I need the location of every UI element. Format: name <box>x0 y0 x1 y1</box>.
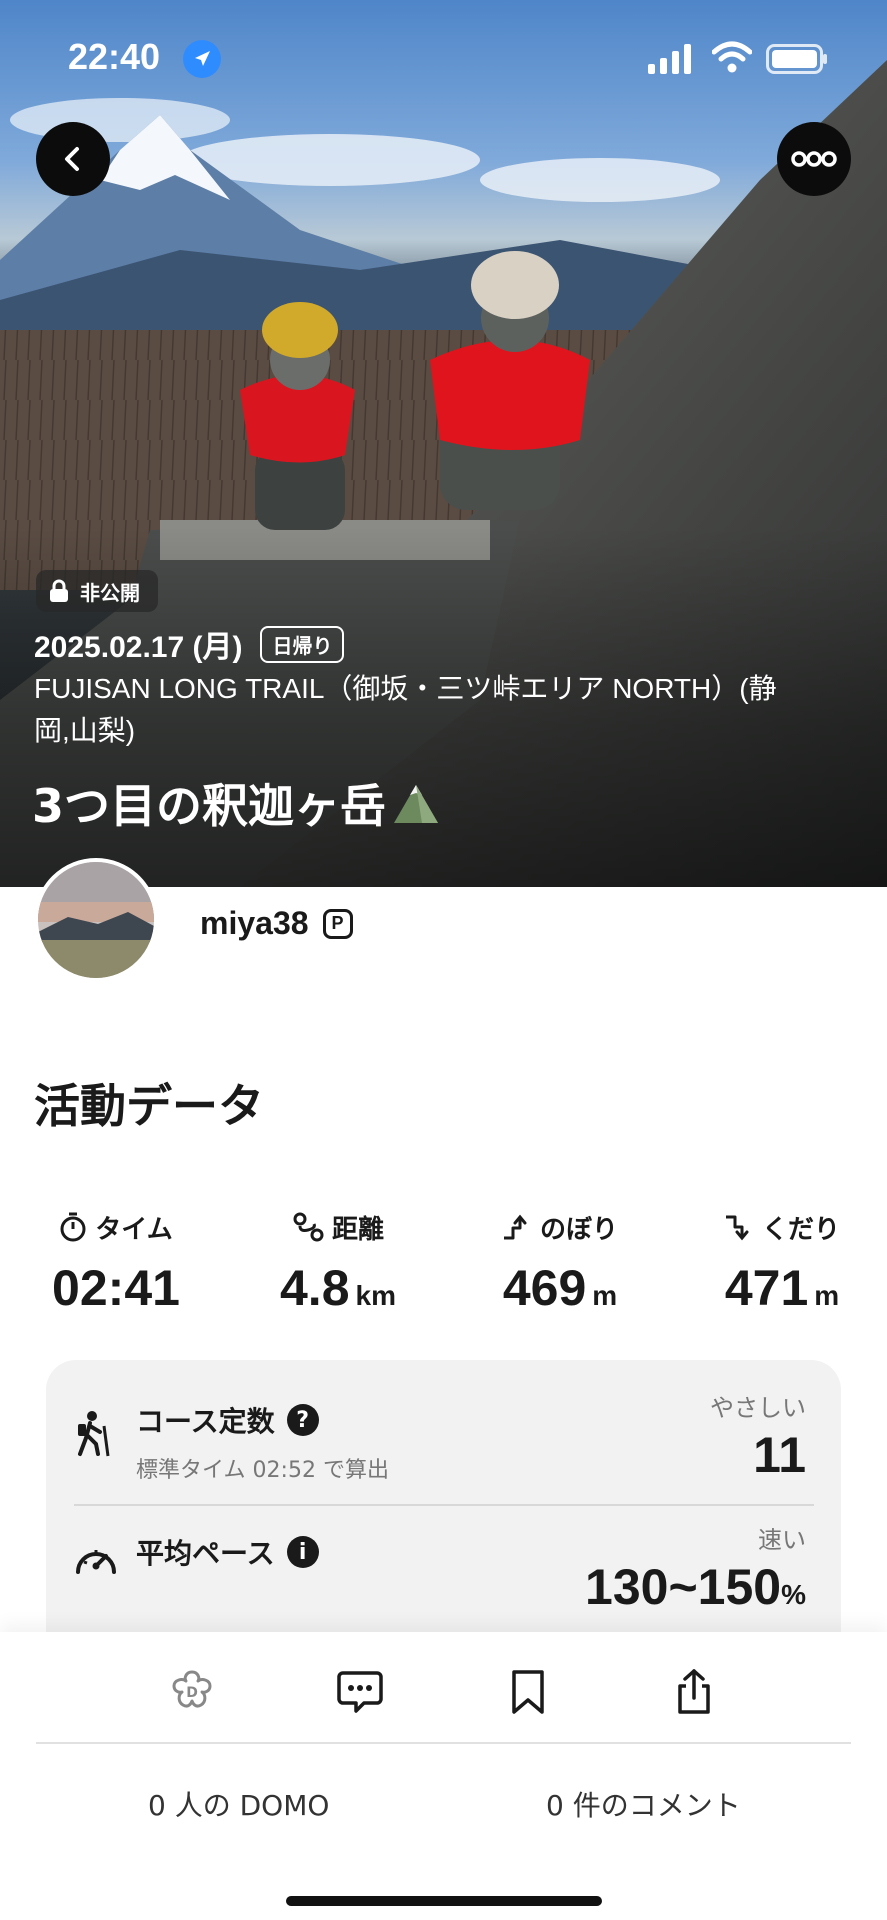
stat-value: 4.8 <box>280 1260 350 1316</box>
cellular-signal-icon <box>648 44 691 74</box>
stat-value: 471 <box>724 1260 809 1316</box>
privacy-label: 非公開 <box>80 580 140 605</box>
stopwatch-icon <box>60 1212 86 1242</box>
stat-label: 距離 <box>331 1214 384 1245</box>
avatar[interactable] <box>34 858 158 982</box>
average-pace-unit: % <box>781 1579 806 1610</box>
location-arrow-icon <box>183 40 221 78</box>
bookmark-icon <box>512 1670 544 1714</box>
trail-name[interactable]: FUJISAN LONG TRAIL（御坂・三ツ峠エリア NORTH）(静岡,山… <box>34 668 794 752</box>
stat-unit: m <box>814 1280 840 1311</box>
hiker-icon <box>78 1411 110 1457</box>
domo-count[interactable]: 0 人の DOMO <box>148 1784 329 1824</box>
section-title: 活動データ <box>34 1079 264 1133</box>
avatar-image <box>38 862 154 978</box>
chevron-left-icon <box>65 147 79 171</box>
course-constant-row[interactable]: コース定数 ? 標準タイム 02:52 で算出 やさしい 11 <box>74 1388 814 1506</box>
route-icon <box>293 1212 324 1242</box>
stat-label: のぼり <box>539 1214 618 1245</box>
status-bar: 22:40 <box>0 0 887 110</box>
average-pace-label: 平均ペース <box>136 1537 275 1570</box>
bookmark-button[interactable] <box>498 1662 558 1722</box>
stat-label: くだり <box>761 1214 840 1245</box>
course-constant-title: コース定数 ? <box>136 1400 319 1440</box>
info-icon[interactable]: i <box>286 1536 319 1568</box>
average-pace-rating: 速い <box>758 1526 806 1554</box>
speedometer-icon <box>76 1550 116 1574</box>
username-text: miya38 <box>200 905 309 941</box>
privacy-badge: 非公開 <box>36 570 158 612</box>
course-constant-subtitle: 標準タイム 02:52 で算出 <box>136 1458 389 1483</box>
stat-time: タイム 02:41 <box>16 1205 216 1317</box>
help-icon[interactable]: ? <box>286 1404 319 1436</box>
stat-value: 469 <box>502 1260 587 1316</box>
share-button[interactable] <box>664 1662 724 1722</box>
stat-distance: 距離 4.8 km <box>238 1205 438 1317</box>
trip-type-badge: 日帰り <box>260 625 345 663</box>
stat-unit: m <box>592 1280 618 1311</box>
stat-ascent: のぼり 469 m <box>460 1205 660 1317</box>
course-constant-label: コース定数 <box>136 1405 275 1438</box>
status-time: 22:40 <box>68 36 161 77</box>
battery-icon <box>766 44 827 74</box>
activity-title-text: 3つ目の釈迦ヶ岳 <box>32 779 387 833</box>
stat-label: タイム <box>95 1214 173 1245</box>
activity-info-card: コース定数 ? 標準タイム 02:52 で算出 やさしい 11 平均ペース i … <box>46 1360 841 1660</box>
svg-text:D: D <box>186 1685 198 1701</box>
username[interactable]: miya38 P <box>200 905 353 942</box>
home-indicator[interactable] <box>286 1896 602 1906</box>
mountain-emoji-icon <box>394 785 439 823</box>
back-button[interactable] <box>36 122 110 196</box>
share-icon <box>678 1669 710 1714</box>
stats-row: タイム 02:41 距離 4.8 km のぼり 469 m くだり 471 m <box>0 1205 887 1317</box>
bottom-divider <box>36 1742 851 1744</box>
stat-unit: km <box>355 1280 396 1311</box>
average-pace-title: 平均ペース i <box>136 1532 319 1572</box>
ascent-icon <box>503 1214 527 1240</box>
bottom-action-bar: D 0 人の DOMO 0 件のコメント <box>0 1632 887 1920</box>
wifi-icon <box>712 41 752 73</box>
descent-icon <box>725 1215 749 1241</box>
activity-title: 3つ目の釈迦ヶ岳 <box>32 770 440 836</box>
stat-value: 02:41 <box>52 1260 180 1316</box>
more-dots-icon <box>791 151 837 167</box>
course-constant-value: 11 <box>753 1427 806 1483</box>
activity-date: 2025.02.17 (月) <box>34 631 243 664</box>
average-pace-number: 130~150 <box>585 1559 782 1615</box>
course-constant-rating: やさしい <box>710 1394 806 1422</box>
comment-button[interactable] <box>330 1662 390 1722</box>
domo-flower-icon: D <box>172 1670 212 1708</box>
stat-descent: くだり 471 m <box>682 1205 882 1317</box>
lock-icon <box>50 579 68 602</box>
activity-date-line: 2025.02.17 (月) 日帰り <box>34 622 345 666</box>
domo-button[interactable]: D <box>162 1662 222 1722</box>
hero-photo <box>0 0 887 887</box>
average-pace-value: 130~150% <box>585 1558 806 1616</box>
premium-badge-icon: P <box>322 908 353 939</box>
more-options-button[interactable] <box>777 122 851 196</box>
comment-bubble-icon <box>337 1671 383 1713</box>
comment-count[interactable]: 0 件のコメント <box>546 1784 741 1824</box>
